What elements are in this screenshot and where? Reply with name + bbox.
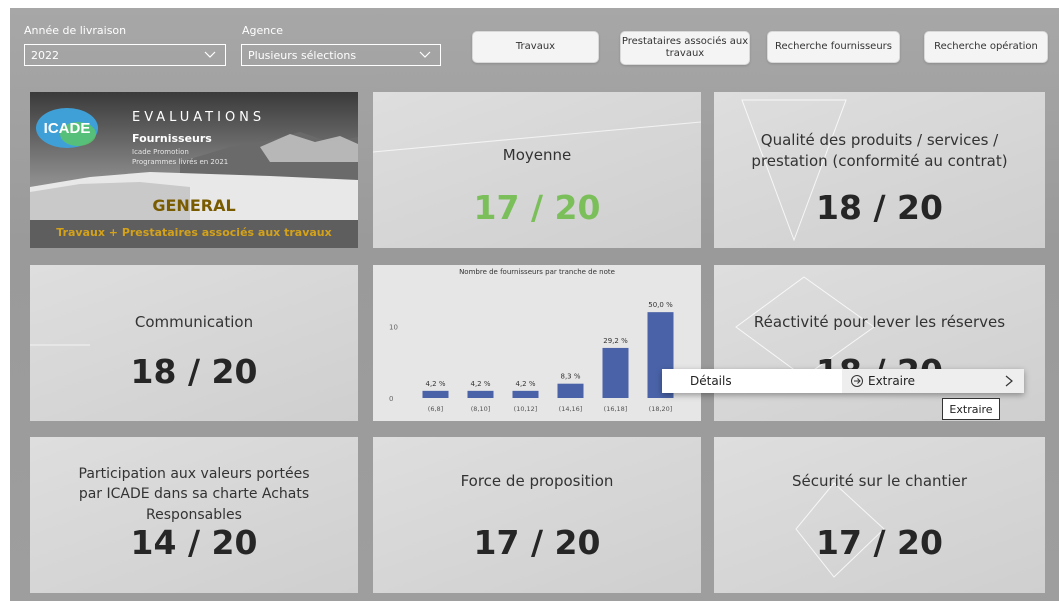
prestataires-button-label-1: Prestataires associés aux xyxy=(621,36,749,47)
travaux-button-label: Travaux xyxy=(515,41,556,52)
card-qualite[interactable]: Qualité des produits / services / presta… xyxy=(714,92,1045,248)
chart-bar[interactable] xyxy=(602,347,629,398)
recherche-operation-label: Recherche opération xyxy=(934,41,1038,52)
card-securite-title: Sécurité sur le chantier xyxy=(791,472,968,490)
chart-bar[interactable] xyxy=(422,390,449,398)
recherche-fournisseurs-label: Recherche fournisseurs xyxy=(775,41,892,52)
card-communication-score: 18 / 20 xyxy=(130,352,258,391)
card-communication-title: Communication xyxy=(134,313,254,331)
context-menu-extraire[interactable]: Extraire xyxy=(842,369,1024,393)
recherche-operation-button[interactable]: Recherche opération xyxy=(924,31,1048,63)
agency-filter-dropdown[interactable]: Plusieurs sélections xyxy=(241,44,441,66)
chevron-right-icon xyxy=(1005,375,1013,387)
x-tick-label: (6,8] xyxy=(428,405,443,413)
svg-text:ICADE: ICADE xyxy=(44,120,91,137)
card-qualite-title-1: Qualité des produits / services / xyxy=(760,131,999,149)
card-force-score: 17 / 20 xyxy=(473,523,601,562)
banner-scope: Travaux + Prestataires associés aux trav… xyxy=(56,226,332,239)
decorative-line xyxy=(30,344,90,346)
year-filter-label: Année de livraison xyxy=(24,24,127,37)
prestataires-button[interactable]: Prestataires associés aux travaux xyxy=(620,31,750,65)
context-menu-details[interactable]: Détails xyxy=(690,374,732,388)
banner-general: GENERAL xyxy=(152,196,236,215)
bar-chart: 0 10 4,2 % (6,8] 4,2 % (8,10] 4,2 % (10,12] 8,3 … xyxy=(389,301,674,413)
card-qualite-score: 18 / 20 xyxy=(816,188,943,227)
agency-filter-value: Plusieurs sélections xyxy=(248,49,357,62)
card-participation-score: 14 / 20 xyxy=(130,523,258,562)
banner-line2: Programmes livrés en 2021 xyxy=(132,158,229,166)
card-communication[interactable]: Communication 18 / 20 xyxy=(30,265,358,421)
travaux-button[interactable]: Travaux xyxy=(472,31,599,63)
card-force[interactable]: Force de proposition 17 / 20 xyxy=(373,437,701,593)
bar-data-label: 8,3 % xyxy=(560,373,580,381)
bar-data-label: 4,2 % xyxy=(425,380,445,388)
chevron-down-icon xyxy=(204,51,216,58)
agency-filter-label: Agence xyxy=(242,24,284,37)
chart-bar[interactable] xyxy=(512,390,539,398)
card-force-title: Force de proposition xyxy=(460,472,614,490)
chevron-down-icon xyxy=(419,51,431,58)
card-qualite-title-2: prestation (conformité au contrat) xyxy=(751,152,1008,170)
bar-data-label: 4,2 % xyxy=(515,380,535,388)
card-securite[interactable]: Sécurité sur le chantier 17 / 20 xyxy=(714,437,1045,593)
x-tick-label: (14,16] xyxy=(559,405,583,413)
arrow-circle-icon xyxy=(851,375,863,387)
bar-data-label: 50,0 % xyxy=(648,301,673,309)
card-reactivite-title: Réactivité pour lever les réserves xyxy=(753,313,1006,331)
banner-line1: Icade Promotion xyxy=(132,148,189,156)
x-tick-label: (8,10] xyxy=(471,405,491,413)
context-menu-extraire-label: Extraire xyxy=(868,374,916,388)
x-tick-label: (18,20] xyxy=(649,405,673,413)
evaluations-banner: ICADE EVALUATIONS Fournisseurs Icade Pro… xyxy=(30,92,358,248)
icade-logo: ICADE xyxy=(36,108,98,148)
y-tick-label: 10 xyxy=(389,323,398,331)
y-tick-label: 0 xyxy=(389,395,393,403)
card-participation[interactable]: Participation aux valeurs portées par IC… xyxy=(30,437,358,593)
chart-bar[interactable] xyxy=(467,390,494,398)
context-menu: Détails Extraire xyxy=(662,369,1024,393)
recherche-fournisseurs-button[interactable]: Recherche fournisseurs xyxy=(767,31,900,63)
banner-heading: EVALUATIONS xyxy=(132,110,266,125)
card-participation-title-1: Participation aux valeurs portées xyxy=(78,466,310,482)
extraire-tooltip: Extraire xyxy=(942,398,1000,420)
chart-bar[interactable] xyxy=(557,383,584,398)
decorative-diamond xyxy=(795,482,885,578)
banner-subheading: Fournisseurs xyxy=(132,132,212,145)
year-filter-value: 2022 xyxy=(31,49,59,62)
x-tick-label: (10,12] xyxy=(514,405,538,413)
x-tick-label: (16,18] xyxy=(604,405,628,413)
card-participation-title-2: par ICADE dans sa charte Achats Responsa… xyxy=(78,486,310,523)
card-moyenne[interactable]: Moyenne 17 / 20 xyxy=(373,92,701,248)
card-securite-score: 17 / 20 xyxy=(816,523,943,562)
card-moyenne-score: 17 / 20 xyxy=(473,188,601,227)
chart-card[interactable]: Nombre de fournisseurs par tranche de no… xyxy=(373,265,701,421)
card-moyenne-title: Moyenne xyxy=(502,146,572,164)
bar-data-label: 29,2 % xyxy=(603,337,628,345)
prestataires-button-label-2: travaux xyxy=(665,48,705,59)
year-filter-dropdown[interactable]: 2022 xyxy=(24,44,226,66)
bar-data-label: 4,2 % xyxy=(470,380,490,388)
